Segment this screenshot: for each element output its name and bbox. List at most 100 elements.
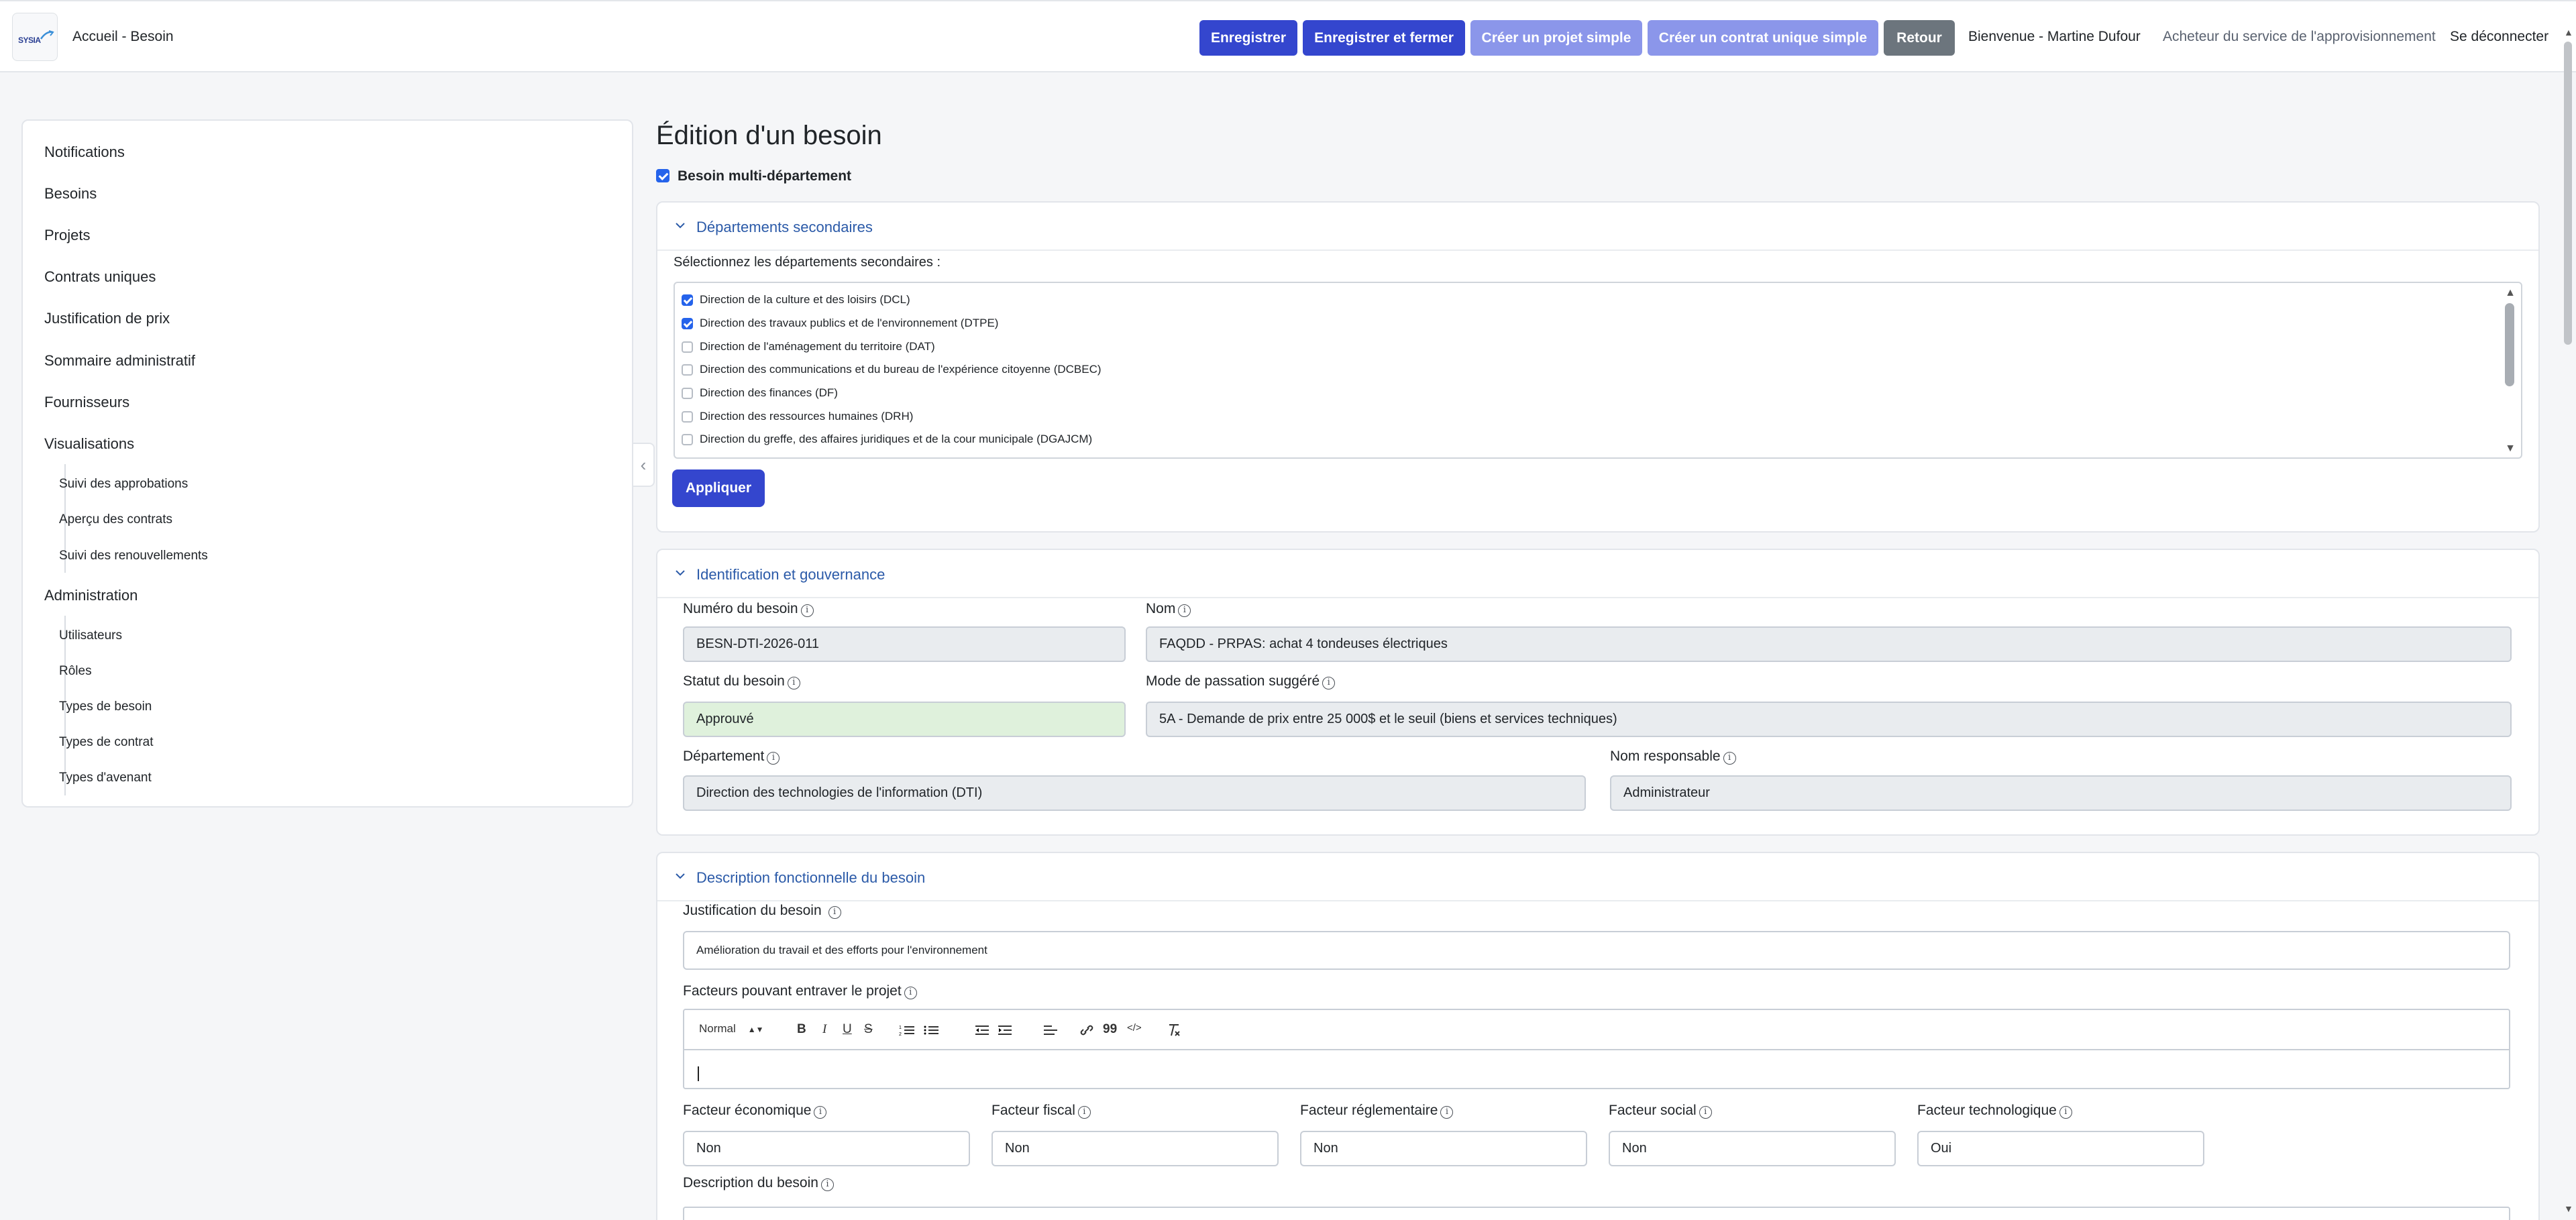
sidebar-item-justification-prix[interactable]: Justification de prix <box>44 310 170 327</box>
facteur-social-field[interactable]: Non <box>1609 1131 1896 1166</box>
description-rich-editor[interactable] <box>683 1207 2510 1220</box>
clear-format-icon[interactable] <box>1166 1022 1182 1038</box>
listbox-scroll-up-icon[interactable]: ▲ <box>2505 287 2516 299</box>
info-icon[interactable]: i <box>2059 1106 2072 1119</box>
quote-button[interactable]: 99 <box>1103 1022 1117 1037</box>
underline-button[interactable]: U <box>843 1022 852 1037</box>
logout-link[interactable]: Se déconnecter <box>2450 29 2548 45</box>
info-icon[interactable]: i <box>787 677 800 689</box>
sidebar-item-projets[interactable]: Projets <box>44 227 90 244</box>
logo-text: SYSIA <box>18 36 41 45</box>
save-button[interactable]: Enregistrer <box>1199 20 1297 56</box>
info-icon[interactable]: i <box>820 1178 834 1191</box>
departments-listbox[interactable]: Direction de la culture et des loisirs (… <box>674 282 2522 459</box>
sidebar-item-apercu-contrats[interactable]: Aperçu des contrats <box>59 512 172 527</box>
list-item[interactable]: Direction des ressources humaines (DRH) <box>682 406 913 427</box>
statut-field[interactable]: Approuvé <box>683 702 1126 737</box>
info-icon[interactable]: i <box>1178 604 1191 617</box>
code-button[interactable]: </> <box>1127 1022 1142 1034</box>
list-item[interactable]: Direction du greffe, des affaires juridi… <box>682 429 1092 449</box>
scroll-up-icon[interactable]: ▲ <box>2564 27 2573 38</box>
editor-toolbar: Normal ▲▼ B I U S 12 99 </> <box>684 1010 2509 1050</box>
info-icon[interactable]: i <box>828 906 841 919</box>
multi-dept-checkbox[interactable] <box>656 169 669 182</box>
list-item[interactable]: Direction de l'aménagement du territoire… <box>682 337 935 357</box>
sidebar-item-notifications[interactable]: Notifications <box>44 144 125 161</box>
nom-field[interactable]: FAQDD - PRPAS: achat 4 tondeuses électri… <box>1146 626 2512 662</box>
sidebar-item-fournisseurs[interactable]: Fournisseurs <box>44 394 129 411</box>
outdent-icon[interactable] <box>974 1023 990 1037</box>
create-contract-button[interactable]: Créer un contrat unique simple <box>1648 20 1878 56</box>
link-icon[interactable] <box>1079 1023 1095 1037</box>
departement-field[interactable]: Direction des technologies de l'informat… <box>683 775 1586 811</box>
checkbox[interactable] <box>682 387 693 399</box>
checkbox[interactable] <box>682 317 693 329</box>
apply-button[interactable]: Appliquer <box>672 469 765 507</box>
checkbox[interactable] <box>682 364 693 376</box>
page-scrollbar[interactable] <box>2564 42 2572 345</box>
card-header[interactable]: Description fonctionnelle du besoin <box>657 853 2538 901</box>
card-header[interactable]: Identification et gouvernance <box>657 550 2538 598</box>
align-icon[interactable] <box>1042 1023 1059 1037</box>
scroll-down-icon[interactable]: ▼ <box>2564 1203 2573 1214</box>
info-icon[interactable]: i <box>767 752 780 765</box>
info-icon[interactable]: i <box>814 1106 827 1119</box>
sidebar-item-besoins[interactable]: Besoins <box>44 185 97 203</box>
facteur-technologique-field[interactable]: Oui <box>1917 1131 2204 1166</box>
sidebar-item-roles[interactable]: Rôles <box>59 664 92 679</box>
listbox-scroll-down-icon[interactable]: ▼ <box>2505 443 2516 455</box>
sidebar-item-sommaire-administratif[interactable]: Sommaire administratif <box>44 352 195 370</box>
info-icon[interactable]: i <box>800 604 814 617</box>
strike-button[interactable]: S <box>864 1022 873 1037</box>
list-item[interactable]: Direction des finances (DF) <box>682 383 838 403</box>
bold-button[interactable]: B <box>797 1022 806 1037</box>
info-icon[interactable]: i <box>1699 1106 1712 1119</box>
list-item[interactable]: Direction des travaux publics et de l'en… <box>682 313 998 333</box>
sidebar-item-utilisateurs[interactable]: Utilisateurs <box>59 628 122 643</box>
facteur-reglementaire-field[interactable]: Non <box>1300 1131 1587 1166</box>
sidebar-item-contrats-uniques[interactable]: Contrats uniques <box>44 268 156 286</box>
save-close-button[interactable]: Enregistrer et fermer <box>1303 20 1465 56</box>
italic-button[interactable]: I <box>822 1022 826 1037</box>
user-role: Acheteur du service de l'approvisionneme… <box>2163 29 2436 44</box>
sidebar-collapse-button[interactable]: ‹ <box>633 443 655 487</box>
ordered-list-icon[interactable]: 12 <box>899 1023 915 1037</box>
list-item[interactable]: Direction des communications et du burea… <box>682 359 1102 380</box>
checkbox[interactable] <box>682 410 693 423</box>
facteur-economique-field[interactable]: Non <box>683 1131 970 1166</box>
bullet-list-icon[interactable] <box>923 1023 939 1037</box>
list-item[interactable]: Direction de la culture et des loisirs (… <box>682 290 910 310</box>
breadcrumb[interactable]: Accueil - Besoin <box>72 29 174 45</box>
info-icon[interactable]: i <box>904 987 917 999</box>
format-select[interactable]: Normal ▲▼ <box>699 1022 764 1036</box>
logo-icon[interactable]: SYSIA <box>12 13 58 61</box>
sidebar-item-suivi-approbations[interactable]: Suivi des approbations <box>59 477 188 492</box>
sidebar-item-suivi-renouvellements[interactable]: Suivi des renouvellements <box>59 549 208 563</box>
indent-icon[interactable] <box>997 1023 1013 1037</box>
back-button[interactable]: Retour <box>1884 20 1955 56</box>
checkbox[interactable] <box>682 433 693 445</box>
multi-dept-label: Besoin multi-département <box>678 168 852 184</box>
info-icon[interactable]: i <box>1077 1106 1091 1119</box>
checkbox[interactable] <box>682 294 693 306</box>
responsable-label: Nom responsable i <box>1610 748 1736 765</box>
responsable-field[interactable]: Administrateur <box>1610 775 2512 811</box>
info-icon[interactable]: i <box>1440 1106 1454 1119</box>
listbox-scrollbar[interactable] <box>2505 303 2514 386</box>
sidebar-item-visualisations[interactable]: Visualisations <box>44 435 134 453</box>
checkbox[interactable] <box>682 341 693 353</box>
sidebar-item-types-besoin[interactable]: Types de besoin <box>59 700 152 714</box>
svg-text:1: 1 <box>899 1025 902 1030</box>
numero-field[interactable]: BESN-DTI-2026-011 <box>683 626 1126 662</box>
sidebar-item-administration[interactable]: Administration <box>44 587 138 604</box>
card-header[interactable]: Départements secondaires <box>657 203 2538 251</box>
info-icon[interactable]: i <box>1322 677 1336 689</box>
sidebar-item-types-avenant[interactable]: Types d'avenant <box>59 771 152 785</box>
justification-field[interactable]: Amélioration du travail et des efforts p… <box>683 931 2510 970</box>
info-icon[interactable]: i <box>1723 752 1736 765</box>
facteur-fiscal-field[interactable]: Non <box>991 1131 1279 1166</box>
facteurs-rich-editor[interactable]: Normal ▲▼ B I U S 12 99 </> <box>683 1009 2510 1089</box>
sidebar-item-types-contrat[interactable]: Types de contrat <box>59 735 153 750</box>
mode-field[interactable]: 5A - Demande de prix entre 25 000$ et le… <box>1146 702 2512 737</box>
create-project-button[interactable]: Créer un projet simple <box>1470 20 1642 56</box>
